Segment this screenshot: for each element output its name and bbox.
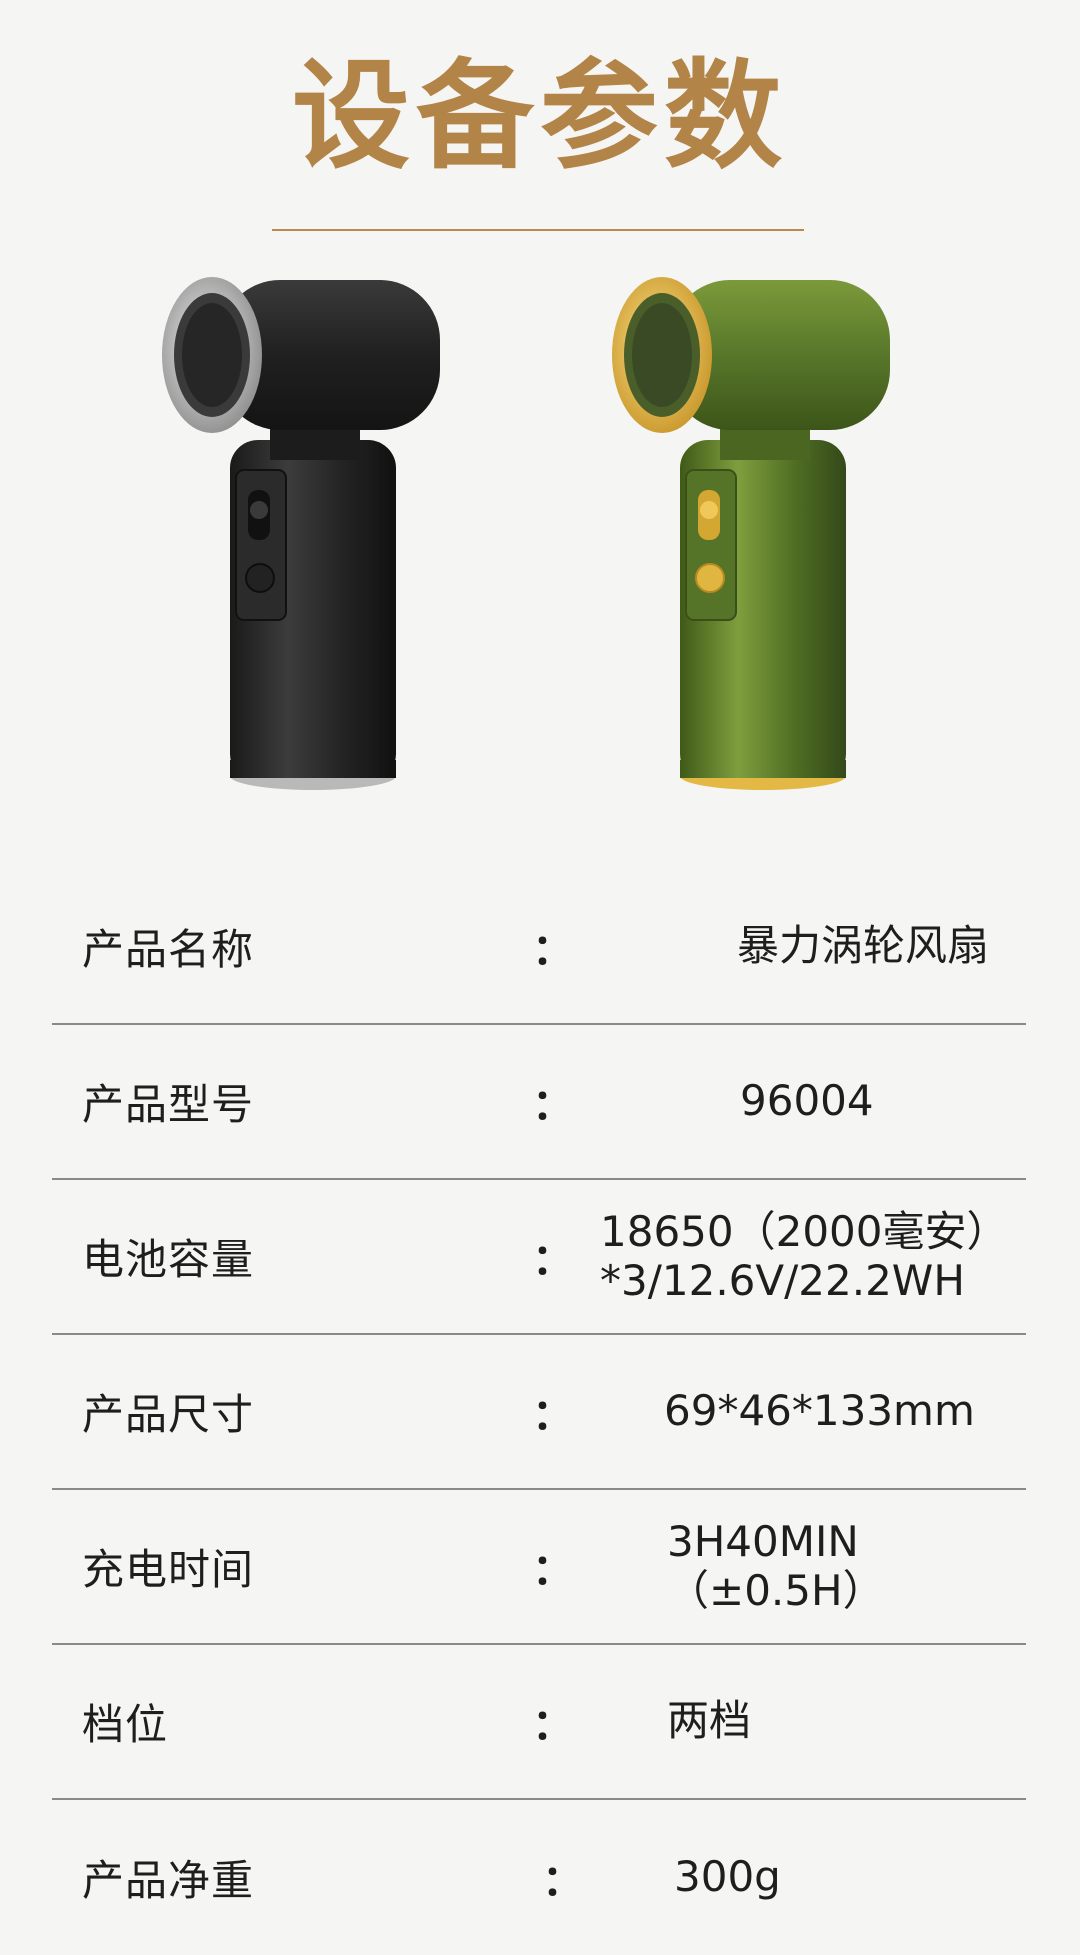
spec-value: 暴力涡轮风扇 [737,870,989,1023]
spec-value: 96004 [740,1025,874,1178]
spec-value-line: 96004 [740,1076,874,1126]
spec-label: 产品名称 [82,925,255,974]
spec-colon: ： [532,1390,575,1439]
spec-colon: ： [532,1545,575,1594]
spec-row-size: 产品尺寸 ： 69*46*133mm [52,1335,1026,1490]
spec-value-line: （±0.5H） [667,1565,885,1615]
product-images [0,250,1080,870]
spec-value: 两档 [667,1645,751,1798]
spec-value-line: 3H40MIN [667,1517,859,1567]
spec-value-line: 18650（2000毫安） [600,1207,1009,1257]
spec-value: 3H40MIN （±0.5H） [667,1490,885,1643]
spec-colon: ： [532,1080,575,1129]
spec-value-line: 两档 [667,1696,752,1746]
spec-value-line: 300g [674,1852,781,1902]
spec-value-line: *3/12.6V/22.2WH [600,1255,965,1305]
spec-table: 产品名称 ： 暴力涡轮风扇 产品型号 ： 96004 电池容量 ： 18650（… [52,870,1026,1955]
spec-label: 电池容量 [82,1235,255,1284]
spec-value: 300g [674,1800,781,1955]
spec-label: 产品净重 [82,1856,255,1905]
spec-row-weight: 产品净重 ： 300g [52,1800,1026,1955]
spec-value: 18650（2000毫安） *3/12.6V/22.2WH [600,1180,1009,1333]
spec-value: 69*46*133mm [664,1335,975,1488]
spec-colon: ： [532,925,575,974]
spec-label: 产品尺寸 [82,1390,255,1439]
spec-row-gear: 档位 ： 两档 [52,1645,1026,1800]
green-fan-image [612,277,890,790]
spec-label: 充电时间 [82,1545,255,1594]
spec-colon: ： [532,1235,575,1284]
spec-value-line: 暴力涡轮风扇 [737,921,990,971]
spec-value-line: 69*46*133mm [664,1386,975,1436]
spec-colon: ： [542,1856,585,1905]
page-title: 设备参数 [291,47,788,185]
spec-row-charge-time: 充电时间 ： 3H40MIN （±0.5H） [52,1490,1026,1645]
spec-row-product-name: 产品名称 ： 暴力涡轮风扇 [52,870,1026,1025]
spec-row-battery: 电池容量 ： 18650（2000毫安） *3/12.6V/22.2WH [52,1180,1026,1335]
spec-colon: ： [532,1700,575,1749]
spec-label: 档位 [82,1700,169,1749]
spec-row-model: 产品型号 ： 96004 [52,1025,1026,1180]
black-fan-image [162,277,440,790]
spec-label: 产品型号 [82,1080,255,1129]
title-divider [272,229,804,231]
